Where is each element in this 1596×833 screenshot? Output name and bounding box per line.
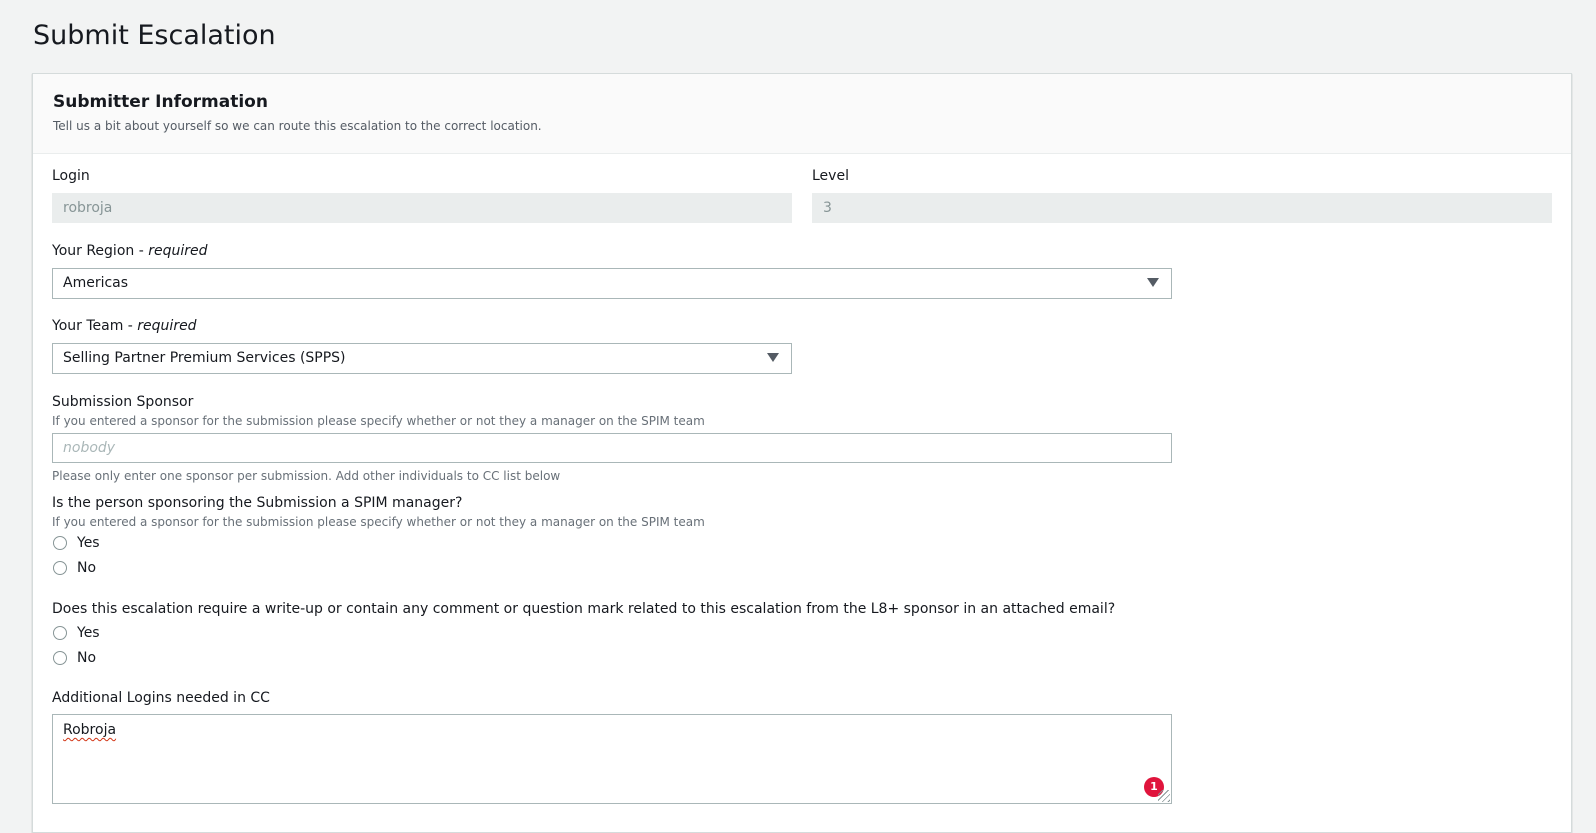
sponsor-manager-no-option[interactable]: No	[53, 560, 96, 576]
team-required: required	[137, 318, 197, 334]
sponsor-manager-description: If you entered a sponsor for the submiss…	[52, 515, 705, 529]
writeup-no-option[interactable]: No	[53, 650, 96, 666]
radio-button[interactable]	[53, 536, 67, 550]
option-label: Yes	[77, 625, 100, 641]
sponsor-manager-question: Is the person sponsoring the Submission …	[52, 495, 463, 511]
cc-label: Additional Logins needed in CC	[52, 690, 270, 706]
panel-header: Submitter Information Tell us a bit abou…	[33, 74, 1571, 154]
sponsor-input[interactable]	[52, 433, 1172, 463]
login-field: robroja	[52, 193, 792, 223]
region-label-text: Your Region -	[52, 243, 149, 259]
region-value: Americas	[63, 275, 129, 291]
radio-button[interactable]	[53, 561, 67, 575]
writeup-question: Does this escalation require a write-up …	[52, 601, 1116, 617]
login-label: Login	[52, 168, 90, 184]
option-label: No	[77, 560, 97, 576]
caret-down-icon	[1147, 278, 1159, 287]
page-title: Submit Escalation	[33, 20, 276, 51]
caret-down-icon	[767, 353, 779, 362]
region-select[interactable]: Americas	[52, 268, 1172, 299]
region-label: Your Region - required	[52, 243, 208, 259]
radio-button[interactable]	[53, 651, 67, 665]
radio-button[interactable]	[53, 626, 67, 640]
option-label: Yes	[77, 535, 100, 551]
sponsor-hint: Please only enter one sponsor per submis…	[52, 469, 561, 483]
sponsor-label: Submission Sponsor	[52, 394, 194, 410]
team-label: Your Team - required	[52, 318, 197, 334]
section-description: Tell us a bit about yourself so we can r…	[53, 119, 542, 133]
section-title: Submitter Information	[53, 92, 268, 112]
cc-textarea[interactable]: Robroja 1	[52, 714, 1172, 804]
sponsor-description: If you entered a sponsor for the submiss…	[52, 414, 705, 428]
resize-handle-icon[interactable]	[1158, 790, 1170, 802]
team-select[interactable]: Selling Partner Premium Services (SPPS)	[52, 343, 792, 374]
level-field: 3	[812, 193, 1552, 223]
team-value: Selling Partner Premium Services (SPPS)	[63, 350, 346, 366]
level-label: Level	[812, 168, 849, 184]
region-required: required	[148, 243, 208, 259]
team-label-text: Your Team -	[52, 318, 138, 334]
option-label: No	[77, 650, 97, 666]
sponsor-manager-yes-option[interactable]: Yes	[53, 535, 100, 551]
cc-value: Robroja	[63, 722, 117, 738]
writeup-yes-option[interactable]: Yes	[53, 625, 100, 641]
